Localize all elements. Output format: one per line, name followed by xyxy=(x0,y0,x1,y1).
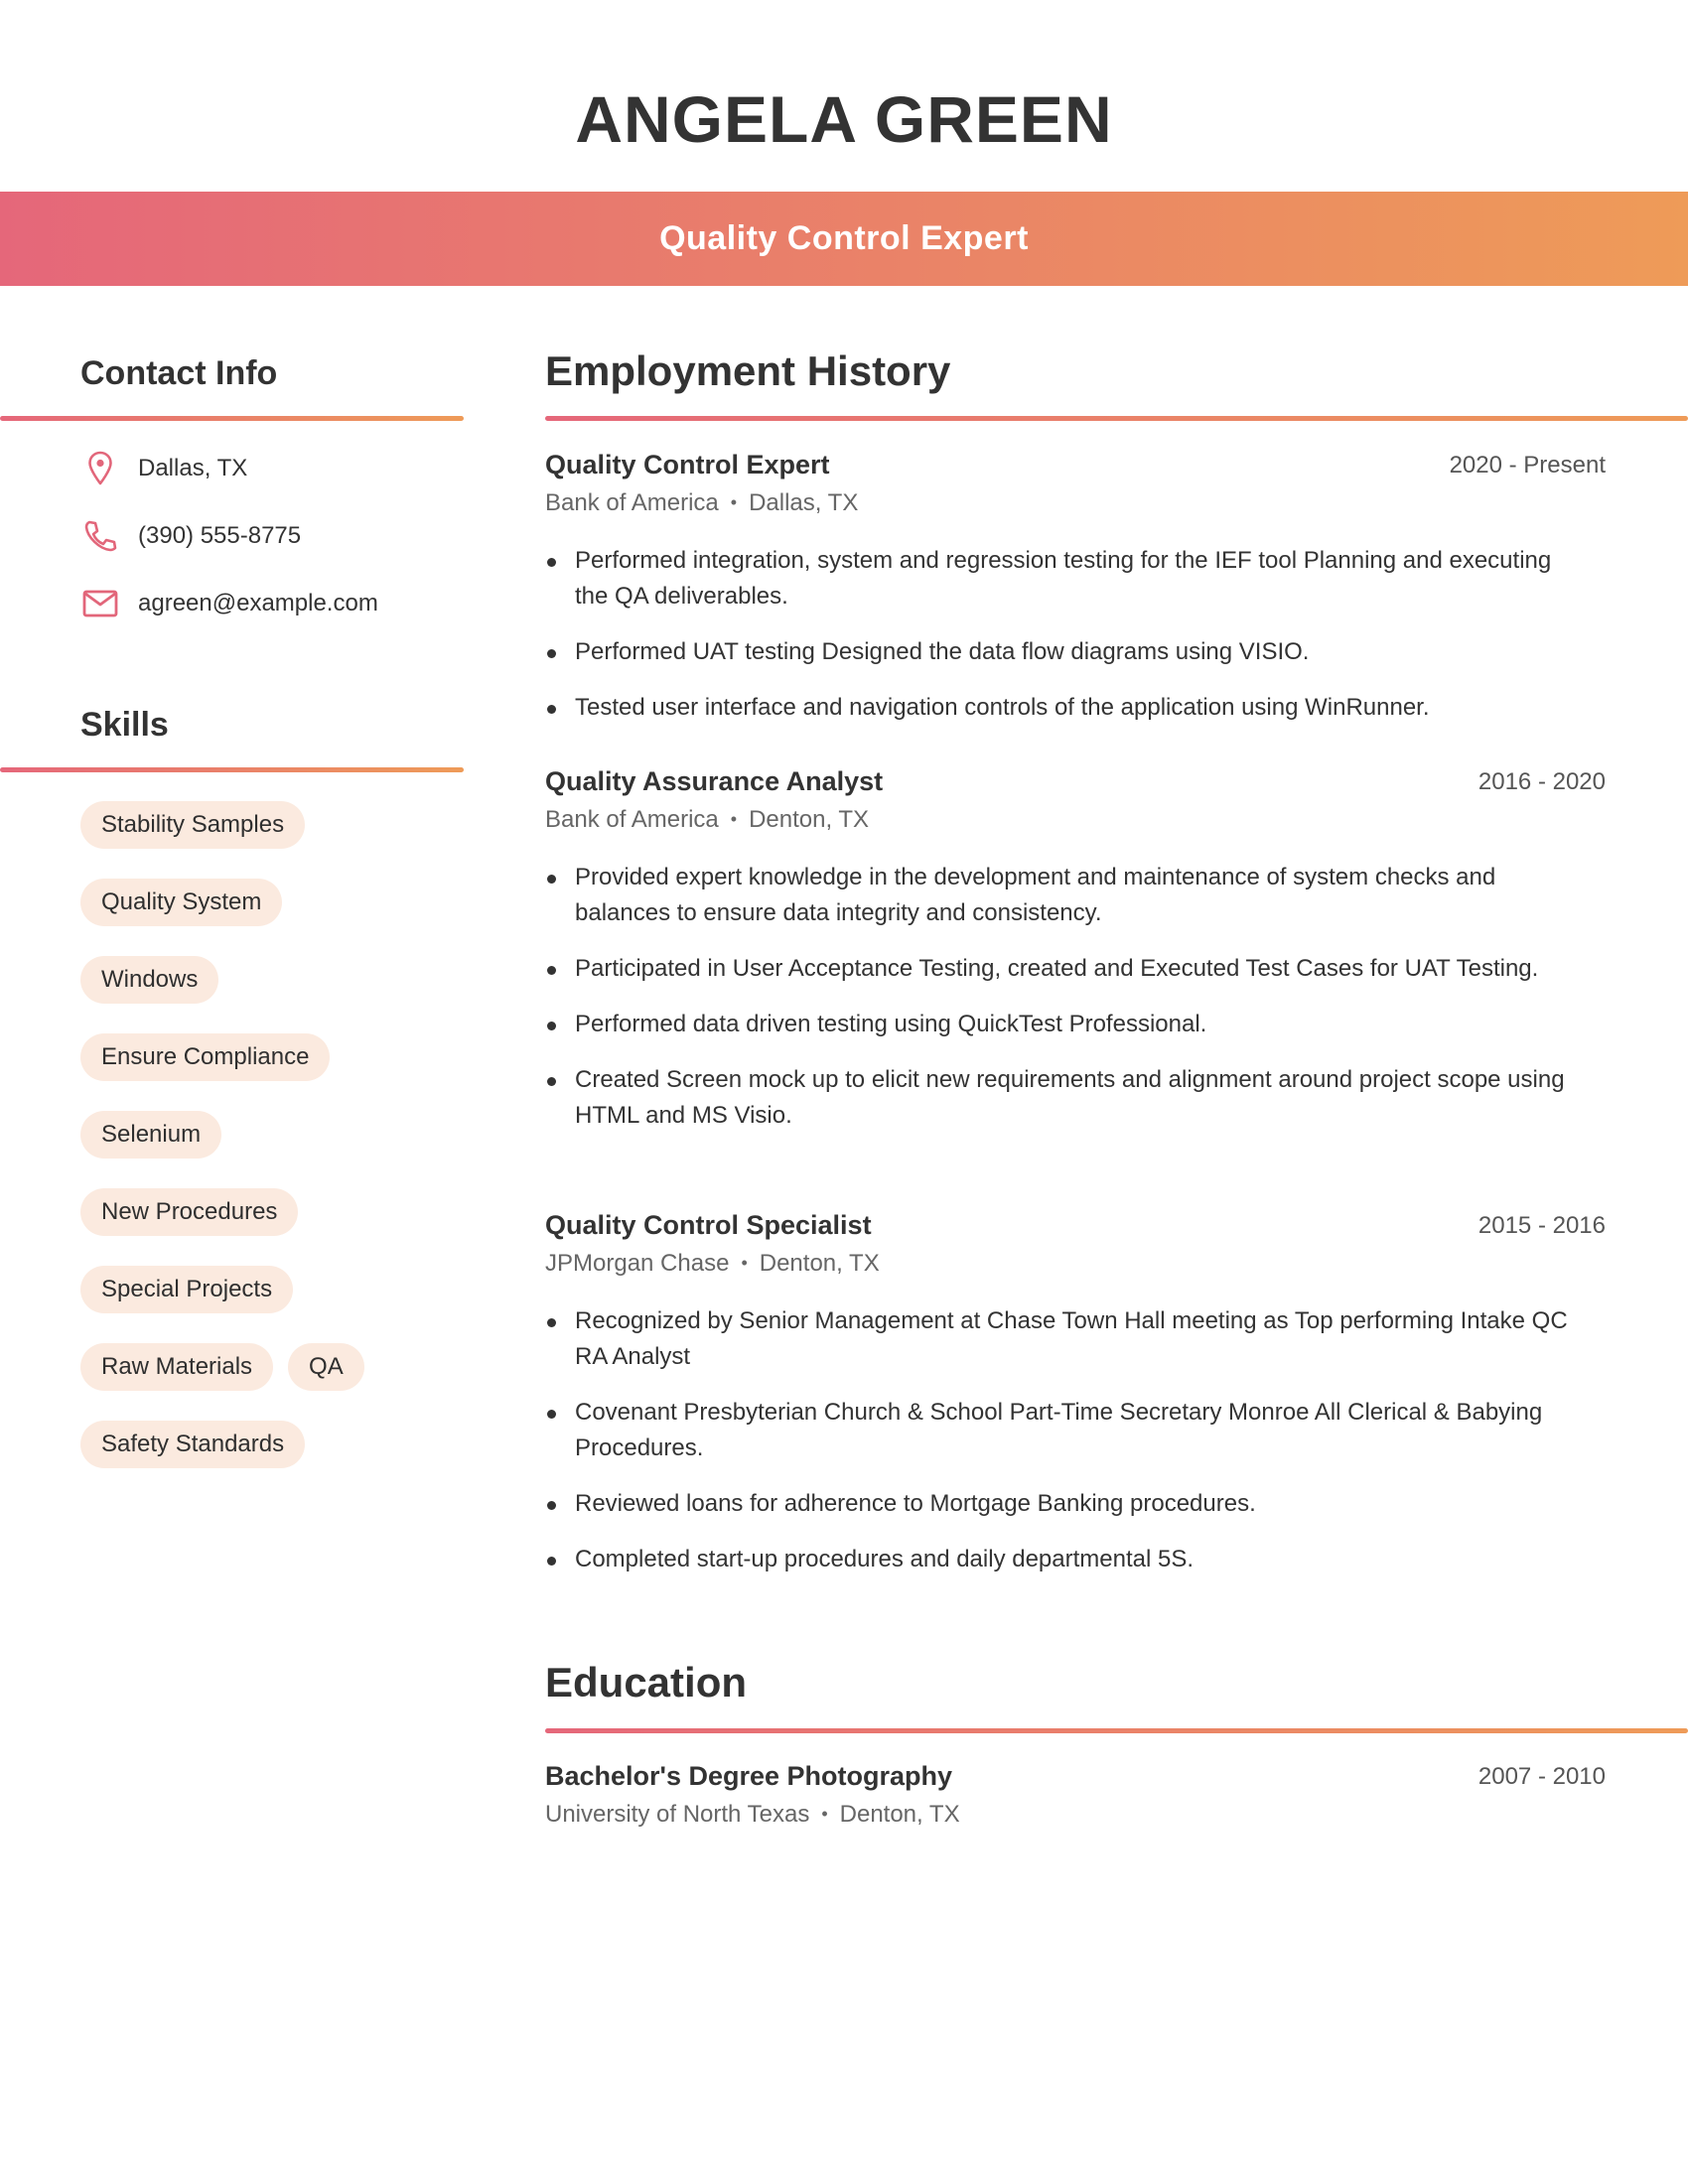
job-title-banner: Quality Control Expert xyxy=(0,192,1688,286)
job-employer-line: Bank of America • Denton, TX xyxy=(545,802,1606,838)
contact-location-text: Dallas, TX xyxy=(138,455,248,481)
bullet-item: Covenant Presbyterian Church & School Pa… xyxy=(545,1395,1578,1466)
location-pin-icon xyxy=(80,449,120,488)
skill-chip: Stability Samples xyxy=(80,801,306,849)
job-entry: Quality Assurance Analyst 2016 - 2020 Ba… xyxy=(545,766,1606,1154)
job-bullets: Recognized by Senior Management at Chase… xyxy=(545,1303,1606,1577)
skills-heading: Skills xyxy=(80,706,169,744)
job-company: Bank of America xyxy=(545,806,719,833)
job-dates: 2016 - 2020 xyxy=(1477,768,1606,795)
employment-history-heading: Employment History xyxy=(545,347,951,394)
skill-chip: Ensure Compliance xyxy=(80,1033,331,1081)
contact-location: Dallas, TX xyxy=(80,449,247,488)
bullet-item: Completed start-up procedures and daily … xyxy=(545,1542,1578,1577)
skill-chip: Special Projects xyxy=(80,1266,294,1313)
skill-chip: Quality System xyxy=(80,879,283,926)
job-employer-line: JPMorgan Chase • Denton, TX xyxy=(545,1246,1606,1282)
contact-email-text[interactable]: agreen@example.com xyxy=(138,590,378,617)
bullet-item: Provided expert knowledge in the develop… xyxy=(545,860,1578,931)
education-heading: Education xyxy=(545,1659,748,1706)
job-dates: 2020 - Present xyxy=(1449,452,1606,478)
bullet-item: Created Screen mock up to elicit new req… xyxy=(545,1062,1578,1134)
bullet-item: Participated in User Acceptance Testing,… xyxy=(545,951,1578,987)
skill-chip: Windows xyxy=(80,956,219,1004)
job-company: Bank of America xyxy=(545,489,719,516)
education-entry: Bachelor's Degree Photography 2007 - 201… xyxy=(545,1761,1606,1833)
employment-history-divider xyxy=(545,416,1688,421)
job-dates: 2015 - 2016 xyxy=(1477,1212,1606,1239)
bullet-item: Tested user interface and navigation con… xyxy=(545,690,1578,726)
separator-dot: • xyxy=(821,1804,828,1824)
contact-info-divider xyxy=(0,416,464,421)
job-employer-line: Bank of America • Dallas, TX xyxy=(545,485,1606,521)
job-entry: Quality Control Specialist 2015 - 2016 J… xyxy=(545,1210,1606,1597)
job-title: Quality Control Specialist xyxy=(545,1210,872,1240)
skills-divider xyxy=(0,767,464,772)
job-location: Denton, TX xyxy=(759,1250,880,1277)
job-company: JPMorgan Chase xyxy=(545,1250,730,1277)
bullet-item: Performed integration, system and regres… xyxy=(545,543,1578,614)
skill-chip: Safety Standards xyxy=(80,1421,306,1468)
email-icon xyxy=(80,584,120,623)
job-bullets: Provided expert knowledge in the develop… xyxy=(545,860,1606,1134)
bullet-item: Recognized by Senior Management at Chase… xyxy=(545,1303,1578,1375)
bullet-item: Performed UAT testing Designed the data … xyxy=(545,634,1578,670)
bullet-item: Reviewed loans for adherence to Mortgage… xyxy=(545,1486,1578,1522)
skill-chip: QA xyxy=(288,1343,364,1391)
degree-title: Bachelor's Degree Photography xyxy=(545,1761,953,1791)
job-entry: Quality Control Expert 2020 - Present Ba… xyxy=(545,450,1606,746)
school-name: University of North Texas xyxy=(545,1801,810,1828)
job-title: Quality Control Expert xyxy=(545,450,830,479)
contact-info-heading: Contact Info xyxy=(80,354,278,392)
school-location: Denton, TX xyxy=(839,1801,960,1828)
contact-phone[interactable]: (390) 555-8775 xyxy=(80,516,301,556)
skills-list: Stability Samples Quality System Windows… xyxy=(80,801,478,1468)
separator-dot: • xyxy=(730,809,738,829)
separator-dot: • xyxy=(730,492,738,512)
bullet-item: Performed data driven testing using Quic… xyxy=(545,1007,1578,1042)
job-bullets: Performed integration, system and regres… xyxy=(545,543,1606,726)
phone-icon xyxy=(80,516,120,556)
contact-phone-text[interactable]: (390) 555-8775 xyxy=(138,522,301,550)
contact-email[interactable]: agreen@example.com xyxy=(80,584,378,623)
job-title: Quality Control Expert xyxy=(659,219,1029,257)
education-divider xyxy=(545,1728,1688,1733)
job-location: Denton, TX xyxy=(749,806,870,833)
candidate-name: ANGELA GREEN xyxy=(575,82,1113,156)
job-location: Dallas, TX xyxy=(749,489,859,516)
education-dates: 2007 - 2010 xyxy=(1477,1763,1606,1790)
skill-chip: Selenium xyxy=(80,1111,222,1159)
skill-chip: Raw Materials xyxy=(80,1343,274,1391)
skill-chip: New Procedures xyxy=(80,1188,299,1236)
education-school-line: University of North Texas • Denton, TX xyxy=(545,1797,1606,1833)
separator-dot: • xyxy=(741,1253,748,1273)
job-title: Quality Assurance Analyst xyxy=(545,766,884,796)
